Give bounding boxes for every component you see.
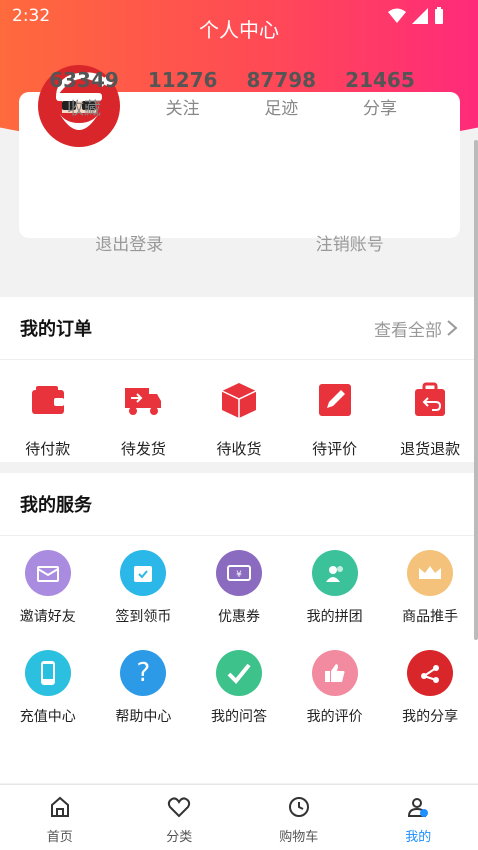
- service-label: 充值中心: [19, 709, 76, 725]
- tab-label: 分类: [166, 830, 193, 845]
- order-label: 待评价: [312, 440, 358, 458]
- service-label: 优惠券: [217, 609, 260, 625]
- truck-icon: [125, 388, 162, 415]
- order-to-receive[interactable]: 待收货: [191, 380, 287, 459]
- return-icon: [415, 382, 446, 416]
- orders-title: 我的订单: [20, 319, 92, 340]
- home-icon: [50, 796, 69, 817]
- tab-label: 购物车: [279, 830, 319, 845]
- services-section: 我的服务 邀请好友 签到领币 ¥ 优惠券 我的拼团 商品推手 充值中心 ? 帮助: [0, 473, 478, 783]
- service-label: 商品推手: [402, 609, 459, 625]
- bottom-tab-bar: 首页 分类 购物车 我的: [0, 784, 478, 850]
- page-title: 个人中心: [199, 18, 279, 42]
- service-reviews[interactable]: 我的评价: [287, 650, 383, 750]
- stat-footprints[interactable]: 87798 足迹: [243, 68, 319, 119]
- box-icon: [221, 383, 257, 418]
- service-label: 帮助中心: [115, 709, 172, 725]
- stat-following[interactable]: 11276 关注: [145, 68, 221, 119]
- crown-icon: [407, 550, 454, 596]
- service-label: 我的拼团: [306, 609, 363, 625]
- stat-value: 21465: [345, 68, 415, 92]
- stat-label: 足迹: [264, 99, 299, 119]
- stat-label: 收藏: [67, 99, 101, 119]
- service-help[interactable]: ? 帮助中心: [96, 650, 192, 750]
- service-share[interactable]: 我的分享: [382, 650, 478, 750]
- clock-icon: [288, 797, 309, 817]
- stat-favorites[interactable]: 63349 收藏: [46, 68, 122, 119]
- order-label: 待付款: [25, 440, 71, 458]
- order-to-ship[interactable]: 待发货: [96, 380, 192, 459]
- service-check-in[interactable]: 签到领币: [96, 550, 192, 650]
- view-all-orders-link[interactable]: 查看全部: [374, 316, 458, 341]
- logout-button[interactable]: 退出登录: [19, 230, 240, 255]
- order-refund[interactable]: 退货退款: [382, 380, 478, 459]
- service-label: 邀请好友: [19, 609, 76, 625]
- mail-icon: [24, 550, 71, 596]
- help-icon: ?: [120, 650, 167, 696]
- check-icon: [215, 650, 262, 696]
- order-label: 待发货: [120, 440, 166, 458]
- orders-section: 我的订单 查看全部 待付款 待发货 待收货 待评价 退货退款: [0, 297, 478, 462]
- service-label: 我的评价: [306, 709, 363, 725]
- stat-shares[interactable]: 21465 分享: [342, 68, 418, 119]
- service-recharge[interactable]: 充值中心: [0, 650, 96, 750]
- service-promoter[interactable]: 商品推手: [382, 550, 478, 650]
- scrollbar[interactable]: [474, 140, 478, 640]
- service-label: 我的问答: [210, 709, 267, 725]
- calendar-check-icon: [120, 550, 167, 596]
- services-title: 我的服务: [20, 495, 92, 516]
- stat-label: 关注: [165, 99, 200, 119]
- stat-value: 63349: [49, 68, 119, 92]
- service-label: 我的分享: [402, 709, 459, 725]
- tab-category[interactable]: 分类: [120, 785, 240, 850]
- service-invite-friends[interactable]: 邀请好友: [0, 550, 96, 650]
- svg-text:¥: ¥: [236, 570, 242, 580]
- tab-home[interactable]: 首页: [0, 785, 120, 850]
- stats-row: 63349 收藏 11276 关注 87798 足迹 21465 分享: [46, 68, 418, 119]
- stat-value: 11276: [147, 68, 218, 92]
- edit-icon: [318, 384, 351, 416]
- account-actions: 退出登录 注销账号: [19, 230, 460, 255]
- delete-account-button[interactable]: 注销账号: [240, 230, 461, 255]
- thumb-up-icon: [311, 650, 358, 696]
- stat-label: 分享: [362, 99, 397, 119]
- share-icon: [407, 650, 454, 696]
- user-icon: [408, 798, 429, 817]
- group-icon: [311, 550, 358, 596]
- tab-mine[interactable]: 我的: [359, 785, 478, 850]
- service-qa[interactable]: 我的问答: [191, 650, 287, 750]
- wallet-icon: [31, 386, 64, 414]
- tab-cart[interactable]: 购物车: [239, 785, 359, 850]
- tab-label: 首页: [46, 830, 73, 845]
- order-to-review[interactable]: 待评价: [287, 380, 383, 459]
- stat-value: 87798: [246, 68, 317, 92]
- order-label: 退货退款: [400, 440, 461, 458]
- tab-label: 我的: [405, 830, 432, 845]
- order-label: 待收货: [216, 440, 262, 458]
- view-all-label: 查看全部: [374, 320, 442, 341]
- heart-icon: [168, 797, 191, 818]
- coupon-icon: ¥: [215, 550, 262, 596]
- order-pending-payment[interactable]: 待付款: [0, 380, 96, 459]
- chevron-right-icon: [447, 320, 458, 336]
- phone-icon: [24, 650, 71, 696]
- service-group-buy[interactable]: 我的拼团: [287, 550, 383, 650]
- service-coupons[interactable]: ¥ 优惠券: [191, 550, 287, 650]
- service-label: 签到领币: [115, 609, 172, 625]
